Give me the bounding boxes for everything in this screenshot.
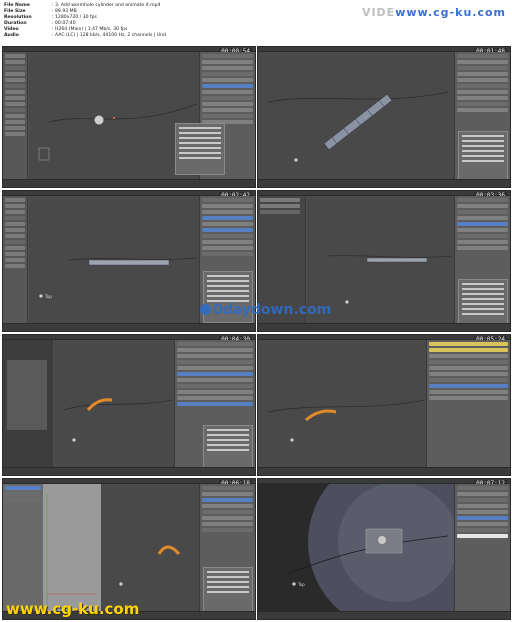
3d-viewport: Top — [258, 479, 488, 619]
outliner-panel — [3, 484, 43, 611]
timeline-bar — [3, 179, 255, 187]
timeline-bar — [258, 323, 510, 331]
graph-editor — [43, 484, 101, 611]
3d-viewport — [101, 484, 199, 611]
tooltip-popup — [458, 131, 508, 183]
3d-viewport — [258, 52, 454, 179]
thumbnail-2: 00:01:48 — [257, 46, 511, 188]
thumbnail-5: 00:04:30 — [2, 334, 256, 476]
viewport-scene — [287, 479, 488, 619]
timeline-bar — [3, 467, 255, 475]
bottom-watermark: www.cg-ku.com — [6, 600, 140, 618]
info-row-file-size: File Size: 89.93 MB — [4, 9, 77, 14]
info-row-video: Video: H264 (Main) | 1.47 Mb/s, 30 fps — [4, 27, 128, 32]
viewport-scene — [63, 398, 173, 442]
timeline-bar — [258, 611, 510, 619]
graph-curves — [46, 494, 97, 609]
viewport-scene — [38, 103, 198, 161]
timeline-bar — [258, 467, 510, 475]
tool-shelf — [3, 340, 53, 467]
3d-viewport: Top — [29, 196, 199, 323]
properties-panel — [426, 340, 510, 467]
3d-viewport — [29, 52, 199, 179]
watermark-logo-icon — [200, 304, 211, 315]
info-row-file-name: File Name: 3. Add wormhole cylinder and … — [4, 3, 161, 8]
3d-viewport — [54, 340, 174, 467]
viewport-scene — [267, 91, 449, 162]
thumbnail-7: 00:06:18 — [2, 478, 256, 620]
properties-panel — [454, 484, 510, 611]
viewport-scene — [119, 545, 181, 586]
info-row-audio: Audio: AAC (LC) | 128 kb/s, 44100 Hz, 2 … — [4, 33, 166, 38]
tool-shelf — [3, 52, 28, 179]
view-label: Top — [298, 582, 305, 587]
view-label: Top — [45, 294, 52, 299]
timeline-bar — [258, 179, 510, 187]
brand-watermark: VIDEwww.cg-ku.com — [361, 6, 506, 19]
tooltip-popup — [175, 123, 225, 175]
thumbnail-1: 00:00:54 — [2, 46, 256, 188]
info-row-duration: Duration: 00:07:40 — [4, 21, 76, 26]
site-watermark: 0daydown.com — [200, 302, 331, 318]
tool-shelf — [3, 196, 28, 323]
thumbnail-6: 00:05:24 — [257, 334, 511, 476]
thumbnail-8: 00:07:12 Top — [257, 478, 511, 620]
3d-viewport — [258, 340, 426, 467]
info-row-resolution: Resolution: 1280x720 / 30 fps — [4, 15, 97, 20]
timeline-bar — [3, 323, 255, 331]
file-info-header: File Name: 3. Add wormhole cylinder and … — [0, 0, 512, 46]
viewport-scene — [39, 257, 198, 298]
viewport-scene — [267, 399, 425, 442]
